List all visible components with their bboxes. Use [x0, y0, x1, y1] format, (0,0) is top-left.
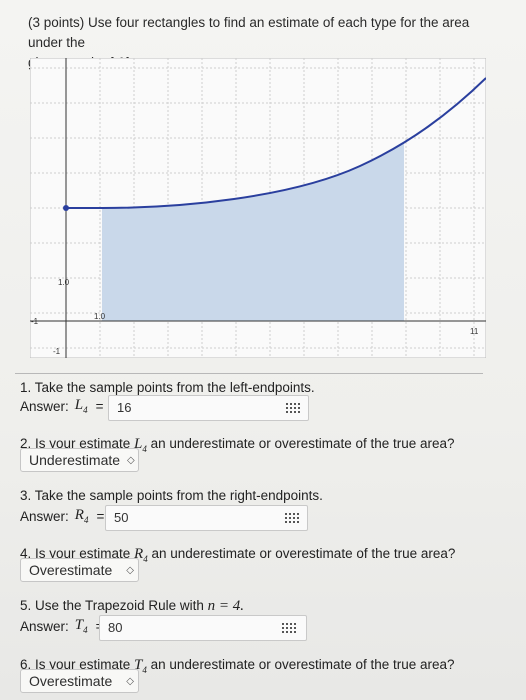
tick-x-one: 1.0 [94, 312, 106, 321]
answer-input-l4[interactable]: 16 [108, 395, 309, 421]
question-1-answer-row: Answer: L4 = [20, 397, 112, 415]
question-3-label: 3. Take the sample points from the right… [20, 488, 323, 503]
chevron-updown-icon: ◇ [126, 564, 134, 576]
tick-y-one: 1.0 [58, 278, 70, 287]
select-estimate-r4[interactable]: Overestimate ◇ [20, 558, 139, 582]
answer-input-t4[interactable]: 80 [99, 615, 307, 641]
header-line-1: (3 points) Use four rectangles to find a… [28, 15, 470, 50]
selected-value: Overestimate [29, 562, 113, 578]
curve-start-point [63, 205, 69, 211]
answer-value: 50 [114, 510, 129, 525]
answer-input-r4[interactable]: 50 [105, 505, 308, 531]
answer-prefix: Answer: [20, 398, 69, 414]
var-symbol: R4 [74, 507, 89, 525]
var-symbol: T4 [74, 617, 88, 635]
tick-neg-y: -1 [53, 347, 61, 356]
question-1-label: 1. Take the sample points from the left-… [20, 380, 315, 395]
answer-value: 16 [117, 400, 132, 415]
selected-value: Underestimate [29, 452, 121, 468]
selected-value: Overestimate [29, 673, 113, 689]
divider [15, 373, 483, 374]
question-5-label: 5. Use the Trapezoid Rule with n = 4. [20, 598, 244, 615]
equals-sign: = [95, 398, 104, 414]
page: (3 points) Use four rectangles to find a… [0, 0, 526, 700]
select-estimate-t4[interactable]: Overestimate ◇ [20, 669, 139, 693]
keypad-icon[interactable] [285, 513, 299, 523]
equals-sign: = [96, 508, 105, 524]
question-3-answer-row: Answer: R4 = [20, 507, 112, 525]
function-graph: -1 11 -1 1.0 1.0 [30, 58, 486, 358]
chevron-updown-icon: ◇ [126, 675, 134, 687]
question-text: an underestimate or overestimate of the … [147, 546, 456, 561]
keypad-icon[interactable] [282, 623, 296, 633]
question-text: 5. Use the Trapezoid Rule with [20, 598, 208, 613]
n-value: n = 4. [207, 598, 244, 614]
answer-prefix: Answer: [20, 618, 69, 634]
question-text: an underestimate or overestimate of the … [146, 436, 455, 451]
question-text: an underestimate or overestimate of the … [146, 657, 455, 672]
answer-prefix: Answer: [20, 508, 69, 524]
tick-neg-x: -1 [31, 317, 39, 326]
var-symbol: L4 [74, 397, 88, 415]
select-estimate-l4[interactable]: Underestimate ◇ [20, 448, 139, 472]
answer-value: 80 [108, 620, 123, 635]
keypad-icon[interactable] [286, 403, 300, 413]
chevron-updown-icon: ◇ [127, 454, 135, 466]
tick-x-max: 11 [470, 327, 479, 336]
question-5-answer-row: Answer: T4 = [20, 617, 112, 635]
